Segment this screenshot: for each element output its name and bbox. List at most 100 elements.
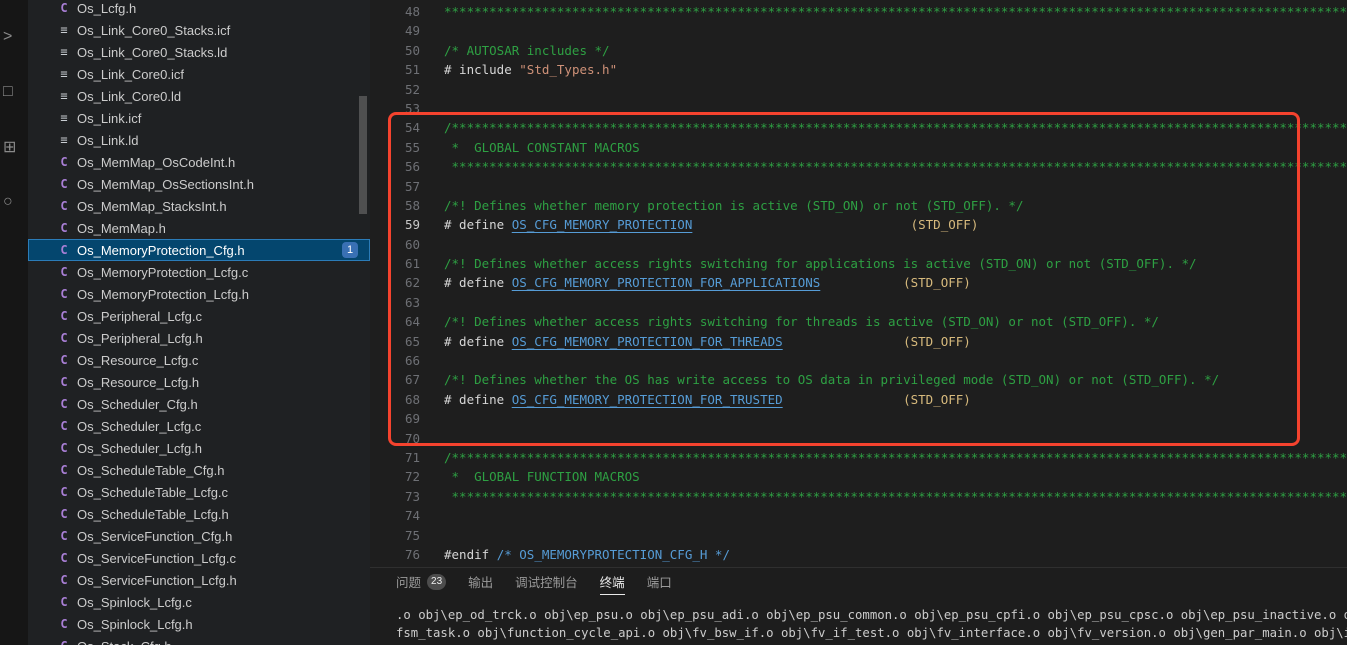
file-item[interactable]: C Os_Scheduler_Cfg.h [28,393,370,415]
file-item[interactable]: ≡ Os_Link_Core0.ld [28,85,370,107]
problem-count-badge: 1 [342,242,358,258]
file-item[interactable]: ≡ Os_Link_Core0_Stacks.icf [28,19,370,41]
line-number: 72 [404,469,420,485]
code-line[interactable]: 65 # define OS_CFG_MEMORY_PROTECTION_FOR_… [370,332,1347,351]
c-file-icon: C [60,287,68,301]
code-line[interactable]: 50 /* AUTOSAR includes */ [370,41,1347,60]
file-name: Os_Link.ld [77,132,139,148]
panel-tab-terminal[interactable]: 终端 [600,568,625,595]
file-item[interactable]: C Os_ScheduleTable_Lcfg.c [28,481,370,503]
file-item[interactable]: C Os_Stack_Cfg.h [28,635,370,645]
file-name: Os_MemMap.h [77,220,166,236]
code-line[interactable]: 62 # define OS_CFG_MEMORY_PROTECTION_FOR_… [370,273,1347,292]
code-editor[interactable]: 48 **************************************… [370,0,1347,567]
file-item[interactable]: C Os_MemMap_OsSectionsInt.h [28,173,370,195]
code-line[interactable]: 66 [370,351,1347,370]
file-item[interactable]: C Os_ScheduleTable_Lcfg.h [28,503,370,525]
code-line[interactable]: 73 *************************************… [370,487,1347,506]
line-number: 63 [404,294,420,310]
code-text: # define OS_CFG_MEMORY_PROTECTION_FOR_TH… [444,333,971,349]
file-item[interactable]: C Os_Resource_Lcfg.h [28,371,370,393]
code-text: /*! Defines whether the OS has write acc… [444,372,1220,388]
code-line[interactable]: 57 [370,177,1347,196]
line-number: 62 [404,275,420,291]
file-item[interactable]: ≡ Os_Link_Core0.icf [28,63,370,85]
code-line[interactable]: 61 /*! Defines whether access rights swit… [370,254,1347,273]
code-line[interactable]: 63 [370,293,1347,312]
file-name: Os_MemoryProtection_Cfg.h [77,242,245,258]
account-icon[interactable]: ○ [1,189,27,215]
code-line[interactable]: 71 /*************************************… [370,448,1347,467]
code-line[interactable]: 59 # define OS_CFG_MEMORY_PROTECTION (STD… [370,215,1347,234]
file-item[interactable]: ≡ Os_Link.icf [28,107,370,129]
file-item[interactable]: C Os_ServiceFunction_Cfg.h [28,525,370,547]
file-item[interactable]: C Os_Scheduler_Lcfg.c [28,415,370,437]
file-item[interactable]: C Os_ScheduleTable_Cfg.h [28,459,370,481]
code-line[interactable]: 56 *************************************… [370,157,1347,176]
window-icon[interactable]: □ [1,79,27,105]
file-name: Os_MemMap_StacksInt.h [77,198,227,214]
panel-tab-label: 输出 [468,576,494,590]
c-file-icon: C [60,221,68,235]
linker-file-icon: ≡ [60,23,68,37]
panel-tab-output[interactable]: 输出 [468,568,493,595]
terminal-output[interactable]: .o obj\ep_od_trck.o obj\ep_psu.o obj\ep_… [370,595,1347,642]
panel-tabs: 问题 23 输出 调试控制台 终端 端口 [370,568,1347,595]
code-line[interactable]: 69 [370,409,1347,428]
chevron-right-icon[interactable]: > [1,24,27,50]
file-item[interactable]: C Os_MemoryProtection_Cfg.h 1 [28,239,370,261]
code-line[interactable]: 52 [370,80,1347,99]
panel-tab-ports[interactable]: 端口 [647,568,672,595]
line-number: 67 [404,372,420,388]
line-number: 57 [404,178,420,194]
line-number: 75 [404,527,420,543]
grid-icon[interactable]: ⊞ [1,134,27,160]
panel-tab-debug-console[interactable]: 调试控制台 [515,568,578,595]
file-item[interactable]: C Os_MemMap_StacksInt.h [28,195,370,217]
file-item[interactable]: ≡ Os_Link_Core0_Stacks.ld [28,41,370,63]
file-item[interactable]: C Os_Peripheral_Lcfg.h [28,327,370,349]
code-text: # define OS_CFG_MEMORY_PROTECTION (STD_O… [444,217,979,233]
file-item[interactable]: C Os_Peripheral_Lcfg.c [28,305,370,327]
code-line[interactable]: 48 **************************************… [370,2,1347,21]
panel-tab-label: 终端 [599,576,625,590]
file-item[interactable]: C Os_ServiceFunction_Lcfg.h [28,569,370,591]
file-name: Os_Link_Core0_Stacks.icf [77,22,231,38]
code-line[interactable]: 58 /*! Defines whether memory protection … [370,196,1347,215]
file-item[interactable]: C Os_Resource_Lcfg.c [28,349,370,371]
file-item[interactable]: C Os_ServiceFunction_Lcfg.c [28,547,370,569]
line-number: 68 [404,391,420,407]
c-file-icon: C [60,397,68,411]
code-line[interactable]: 70 [370,429,1347,448]
code-line[interactable]: 68 # define OS_CFG_MEMORY_PROTECTION_FOR_… [370,390,1347,409]
file-item[interactable]: ≡ Os_Link.ld [28,129,370,151]
panel-tab-problems[interactable]: 问题 23 [396,568,447,595]
file-item[interactable]: C Os_Scheduler_Lcfg.h [28,437,370,459]
file-item[interactable]: C Os_Lcfg.h [28,0,370,19]
linker-file-icon: ≡ [60,45,68,59]
file-item[interactable]: C Os_Spinlock_Lcfg.h [28,613,370,635]
file-item[interactable]: C Os_MemoryProtection_Lcfg.c [28,261,370,283]
code-line[interactable]: 49 [370,21,1347,40]
c-file-icon: C [60,375,68,389]
code-line[interactable]: 67 /*! Defines whether the OS has write a… [370,370,1347,389]
code-line[interactable]: 53 [370,99,1347,118]
file-item[interactable]: C Os_MemMap_OsCodeInt.h [28,151,370,173]
code-text: /*! Defines whether access rights switch… [444,256,1197,272]
file-item[interactable]: C Os_MemMap.h [28,217,370,239]
file-item[interactable]: C Os_Spinlock_Lcfg.c [28,591,370,613]
file-item[interactable]: C Os_MemoryProtection_Lcfg.h [28,283,370,305]
code-text: ****************************************… [451,159,1347,175]
code-text: ****************************************… [451,488,1347,504]
sidebar-scrollbar[interactable] [359,96,367,214]
code-line[interactable]: 72 * GLOBAL FUNCTION MACROS [370,467,1347,486]
code-line[interactable]: 64 /*! Defines whether access rights swit… [370,312,1347,331]
code-line[interactable]: 60 [370,235,1347,254]
line-number: 56 [404,159,420,175]
code-line[interactable]: 75 [370,526,1347,545]
code-line[interactable]: 74 [370,506,1347,525]
code-line[interactable]: 51 # include "Std_Types.h" [370,60,1347,79]
code-line[interactable]: 76 #endif /* OS_MEMORYPROTECTION_CFG_H */ [370,545,1347,564]
code-line[interactable]: 54 /*************************************… [370,118,1347,137]
code-line[interactable]: 55 * GLOBAL CONSTANT MACROS [370,138,1347,157]
